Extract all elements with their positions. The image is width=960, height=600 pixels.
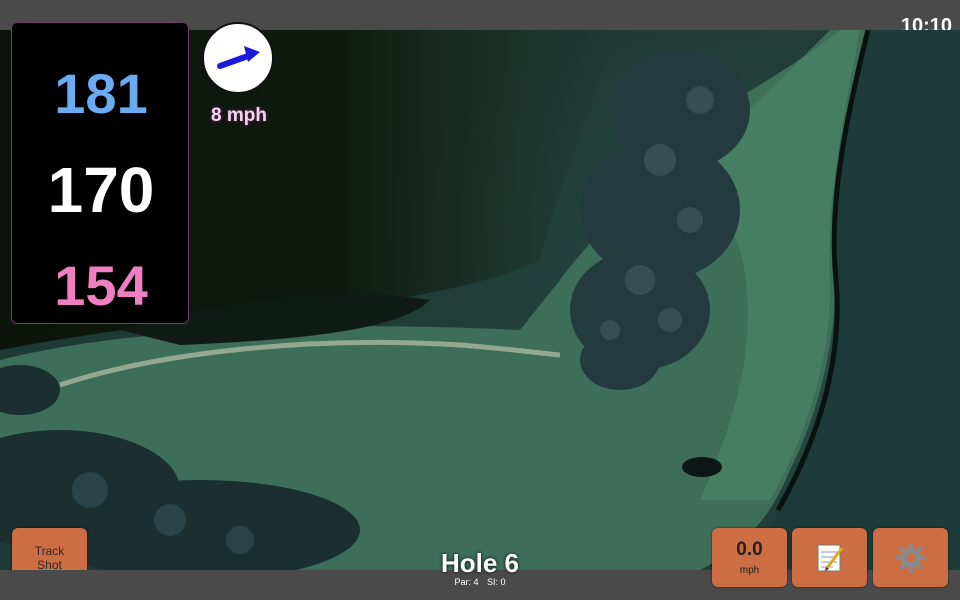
track-shot-label-line1: Track <box>34 543 65 558</box>
hole-info: Par: 4 SI: 0 <box>380 577 580 587</box>
hole-stroke-index: SI: 0 <box>487 577 506 587</box>
back-of-green-distance: 181 <box>54 62 148 125</box>
speed-button[interactable]: 0.0 mph <box>712 528 787 587</box>
speed-value: 0.0 <box>736 539 763 560</box>
notes-button[interactable] <box>792 528 867 587</box>
front-of-green-distance: 154 <box>54 254 148 317</box>
hole-par: Par: 4 <box>454 577 479 587</box>
notepad-icon <box>817 544 843 571</box>
gear-icon <box>895 542 926 573</box>
wind-direction-arrow-icon <box>202 22 274 94</box>
middle-of-green-distance: 170 <box>47 154 155 226</box>
speed-unit: mph <box>739 565 760 576</box>
settings-button[interactable] <box>873 528 948 587</box>
wind-speed-label: 8 mph <box>211 105 267 126</box>
hole-title: Hole 6 <box>440 548 520 578</box>
distance-panel: 181 170 154 <box>11 22 189 324</box>
